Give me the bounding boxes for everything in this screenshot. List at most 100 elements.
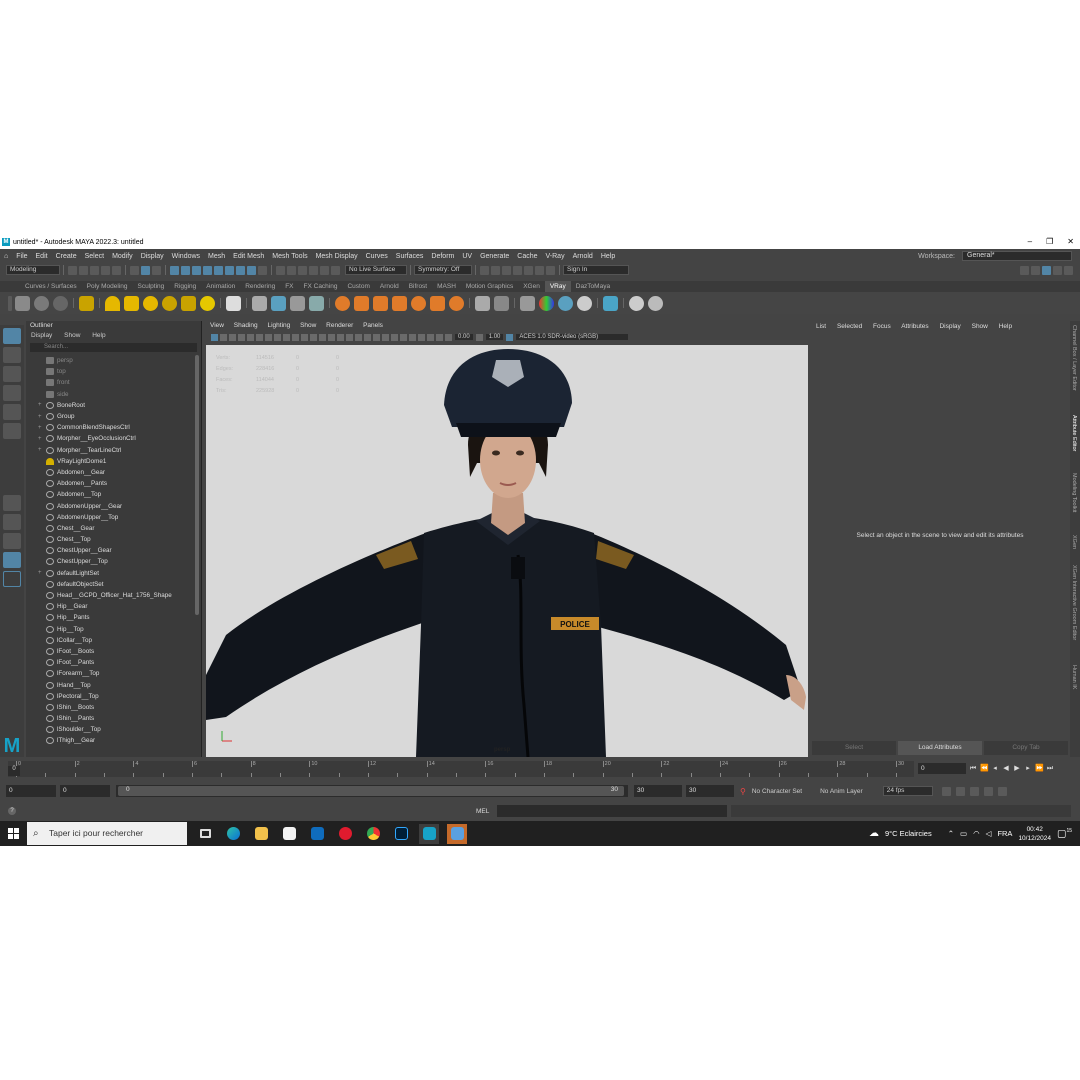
attr-menu-attributes[interactable]: Attributes (901, 323, 928, 330)
volume-icon[interactable]: ◁ (986, 829, 992, 838)
current-frame-marker[interactable]: 0 (8, 766, 20, 776)
vray-chaos-icon[interactable] (577, 295, 592, 311)
file-explorer-icon[interactable] (251, 824, 271, 844)
vray-scene-icon[interactable] (271, 295, 286, 311)
menu-cache[interactable]: Cache (513, 253, 541, 260)
new-scene-icon[interactable] (68, 265, 77, 275)
script-language-label[interactable]: MEL (476, 808, 489, 815)
vray-grid-icon[interactable] (392, 295, 407, 311)
undo-icon[interactable] (101, 265, 110, 275)
search-tool-icon[interactable] (3, 571, 21, 587)
menu-edit-mesh[interactable]: Edit Mesh (229, 253, 268, 260)
taskbar-search-input[interactable]: ⌕ Taper ici pour rechercher (27, 822, 187, 845)
gate-mask-icon[interactable] (274, 333, 281, 341)
shelf-tab-custom[interactable]: Custom (342, 281, 374, 292)
notification-icon[interactable]: ▢15 (1057, 828, 1072, 839)
select-component-icon[interactable] (152, 265, 161, 275)
menu-deform[interactable]: Deform (427, 253, 458, 260)
exposure-icon[interactable] (445, 333, 452, 341)
menu-curves[interactable]: Curves (362, 253, 392, 260)
persp-outliner-icon[interactable] (3, 552, 21, 568)
xray-icon[interactable] (418, 333, 425, 341)
loop-icon[interactable] (941, 786, 951, 796)
outliner-item[interactable]: persp (26, 355, 194, 366)
outliner-item[interactable]: ChestUpper__Top (26, 556, 194, 567)
outliner-item[interactable]: + Morpher__EyeOcclusionCtrl (26, 433, 194, 444)
outliner-item[interactable]: Hip__Top (26, 624, 194, 635)
anim-prefs-icon[interactable] (983, 786, 993, 796)
outliner-item[interactable]: lThigh__Gear (26, 735, 194, 745)
tool-settings-icon[interactable] (1053, 265, 1062, 275)
outliner-layout-icon[interactable] (3, 533, 21, 549)
outliner-item[interactable]: ChestUpper__Gear (26, 545, 194, 556)
shadows-icon[interactable] (364, 333, 371, 341)
sound-icon[interactable] (955, 786, 965, 796)
grid-icon[interactable] (247, 333, 254, 341)
outliner-item[interactable]: lFoot__Boots (26, 646, 194, 657)
snap-surface-icon[interactable] (320, 265, 329, 275)
expand-icon[interactable]: + (38, 402, 46, 408)
opera-icon[interactable] (335, 824, 355, 844)
depth-of-field-icon[interactable] (400, 333, 407, 341)
gamma-field[interactable]: 1.00 (485, 334, 504, 340)
mask-icon-8[interactable] (247, 265, 256, 275)
paint-select-icon[interactable] (3, 366, 21, 382)
mask-icon-5[interactable] (214, 265, 223, 275)
tab-xgen[interactable]: XGen (1071, 535, 1077, 549)
weather-text[interactable]: 9°C Eclaircies (885, 829, 932, 838)
menu-vray[interactable]: V-Ray (542, 253, 569, 260)
expand-icon[interactable]: + (38, 447, 46, 453)
expand-icon[interactable]: + (38, 414, 46, 420)
motion-blur-icon[interactable] (382, 333, 389, 341)
chrome-icon[interactable] (363, 824, 383, 844)
tab-attribute-editor[interactable]: Attribute Editor (1071, 415, 1077, 451)
fps-dropdown[interactable]: 24 fps (882, 786, 933, 796)
menu-generate[interactable]: Generate (476, 253, 513, 260)
network-icon[interactable]: ▭ (960, 829, 967, 838)
outliner-item[interactable]: lFoot__Pants (26, 657, 194, 668)
outliner-menu-help[interactable]: Help (92, 332, 105, 339)
vray-mesh-light-icon[interactable] (162, 295, 177, 311)
vray-sun-icon[interactable] (200, 295, 215, 311)
clock[interactable]: 00:42 10/12/2024 (1018, 825, 1051, 843)
channel-box-icon[interactable] (1031, 265, 1040, 275)
outliner-item[interactable]: Head__GCPD_Officer_Hat_1756_Shape (26, 590, 194, 601)
edge-icon[interactable] (223, 824, 243, 844)
shelf-tab-mash[interactable]: MASH (432, 281, 461, 292)
select-button[interactable]: Select (812, 741, 896, 755)
shelf-tab-fx-caching[interactable]: FX Caching (299, 281, 343, 292)
vray-ies-light-icon[interactable] (181, 295, 196, 311)
outliner-item[interactable]: top (26, 366, 194, 377)
shelf-tab-animation[interactable]: Animation (201, 281, 240, 292)
play-forwards-icon[interactable]: ▶ (1013, 765, 1021, 773)
render-frame-icon[interactable] (502, 265, 511, 275)
exposure-field[interactable]: 0.00 (455, 334, 473, 340)
outliner-item[interactable]: Abdomen__Pants (26, 478, 194, 489)
menu-mesh[interactable]: Mesh (204, 253, 229, 260)
load-attributes-button[interactable]: Load Attributes (898, 741, 982, 755)
outliner-item[interactable]: lPectoral__Top (26, 691, 194, 702)
windows-start-icon[interactable] (8, 828, 19, 839)
vray-display-icon[interactable] (494, 295, 509, 311)
outliner-menu-show[interactable]: Show (64, 332, 80, 339)
shelf-tab-xgen[interactable]: XGen (518, 281, 545, 292)
animation-end-field[interactable]: 30 (686, 785, 734, 797)
image-plane-icon[interactable] (238, 333, 245, 341)
outliner-item[interactable]: VRayLightDome1 (26, 456, 194, 467)
vray-v-icon[interactable] (648, 295, 663, 311)
xray-components-icon[interactable] (436, 333, 443, 341)
outlook-icon[interactable] (307, 824, 327, 844)
outliner-item[interactable]: + CommonBlendShapesCtrl (26, 422, 194, 433)
vray-spot-light-icon[interactable] (124, 295, 139, 311)
color-management-icon[interactable] (506, 333, 514, 341)
outliner-item[interactable]: lHand__Top (26, 679, 194, 690)
live-surface-field[interactable]: No Live Surface (345, 265, 407, 275)
safe-title-icon[interactable] (301, 333, 308, 341)
menu-arnold[interactable]: Arnold (569, 253, 597, 260)
task-view-icon[interactable] (195, 824, 215, 844)
symmetry-dropdown[interactable]: Symmetry: Off (414, 265, 472, 275)
panel-menu-view[interactable]: View (210, 322, 224, 329)
snap-view-icon[interactable] (309, 265, 318, 275)
panel-menu-renderer[interactable]: Renderer (326, 322, 353, 329)
menu-mesh-tools[interactable]: Mesh Tools (268, 253, 311, 260)
